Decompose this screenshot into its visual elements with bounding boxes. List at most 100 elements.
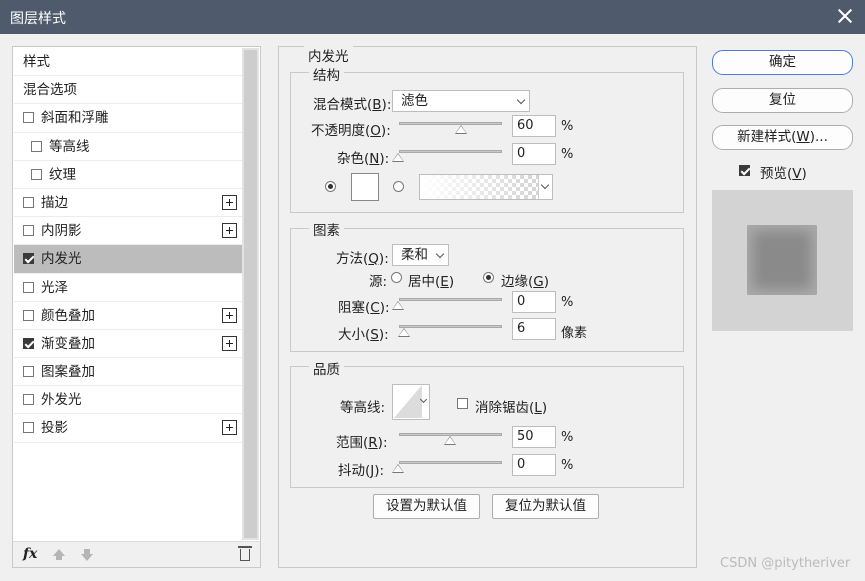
glow-color-swatch[interactable] — [351, 173, 379, 201]
noise-slider[interactable] — [399, 150, 502, 153]
style-preview — [712, 190, 853, 331]
style-item-label: 内阴影 — [41, 223, 82, 240]
opacity-slider[interactable] — [399, 122, 502, 125]
source-edge-label[interactable]: 边缘(G) — [501, 270, 549, 290]
plus-icon[interactable] — [222, 223, 237, 239]
choke-input[interactable]: 0 — [512, 291, 556, 313]
solid-color-radio[interactable] — [325, 181, 336, 192]
fx-icon[interactable]: fx — [23, 546, 37, 562]
size-slider-knob[interactable] — [398, 328, 410, 337]
styles-scrollbar[interactable] — [242, 48, 259, 540]
style-item-label: 图案叠加 — [41, 364, 95, 381]
style-item-label: 样式 — [23, 54, 50, 70]
size-slider[interactable] — [399, 325, 502, 328]
source-edge-radio[interactable] — [483, 272, 494, 283]
style-item[interactable]: 外发光 — [14, 386, 243, 415]
antialias-checkbox[interactable] — [457, 398, 468, 409]
jitter-slider[interactable] — [399, 461, 502, 464]
contour-picker[interactable] — [392, 384, 430, 420]
set-default-button[interactable]: 设置为默认值 — [373, 494, 480, 519]
size-unit: 像素 — [561, 326, 588, 341]
range-input[interactable]: 50 — [512, 426, 556, 448]
watermark: CSDN @pitytheriver — [720, 556, 851, 571]
style-item[interactable]: 内阴影 — [14, 217, 243, 246]
elements-title: 图素 — [309, 219, 344, 239]
preview-thumbnail — [747, 225, 817, 295]
noise-input[interactable]: 0 — [512, 143, 556, 165]
style-item[interactable]: 渐变叠加 — [14, 330, 243, 359]
reset-button[interactable]: 复位 — [712, 88, 853, 113]
plus-icon[interactable] — [222, 307, 237, 323]
preview-label[interactable]: 预览(V) — [760, 162, 807, 182]
preview-checkbox[interactable] — [739, 165, 750, 176]
style-checkbox[interactable] — [31, 140, 42, 152]
plus-icon[interactable] — [222, 420, 237, 436]
style-checkbox[interactable] — [23, 196, 34, 208]
style-checkbox[interactable] — [31, 168, 42, 180]
reset-default-button[interactable]: 复位为默认值 — [492, 494, 599, 519]
style-item[interactable]: 混合选项 — [14, 76, 243, 105]
style-item-label: 斜面和浮雕 — [41, 110, 109, 127]
style-item-label: 渐变叠加 — [41, 335, 95, 352]
style-item-label: 颜色叠加 — [41, 307, 95, 324]
style-item[interactable]: 内发光 — [14, 245, 243, 274]
style-item-label: 混合选项 — [23, 82, 77, 99]
style-item[interactable]: 描边 — [14, 189, 243, 218]
ok-button[interactable]: 确定 — [712, 50, 853, 75]
jitter-slider-knob[interactable] — [392, 464, 404, 473]
plus-icon[interactable] — [222, 335, 237, 351]
blend-mode-select[interactable]: 滤色 — [392, 90, 530, 112]
style-checkbox[interactable] — [23, 281, 34, 293]
style-item-label: 描边 — [41, 194, 68, 211]
gradient-radio[interactable] — [393, 181, 404, 192]
style-item-label: 光泽 — [41, 279, 68, 296]
style-item[interactable]: 样式 — [14, 48, 243, 77]
opacity-input[interactable]: 60 — [512, 115, 556, 137]
source-label: 源: — [369, 274, 388, 290]
contour-preview[interactable] — [394, 386, 422, 418]
style-checkbox[interactable] — [23, 337, 34, 349]
plus-icon[interactable] — [222, 194, 237, 210]
opacity-slider-knob[interactable] — [455, 125, 467, 134]
style-item[interactable]: 斜面和浮雕 — [14, 104, 243, 133]
style-item[interactable]: 图案叠加 — [14, 358, 243, 387]
title-bar: 图层样式 — [0, 0, 865, 34]
source-center-radio[interactable] — [391, 272, 402, 283]
gradient-picker[interactable] — [419, 174, 553, 200]
source-center-label[interactable]: 居中(E) — [408, 270, 454, 290]
method-select[interactable]: 柔和 — [392, 244, 449, 266]
style-checkbox[interactable] — [23, 225, 34, 237]
choke-slider-knob[interactable] — [392, 301, 404, 310]
scrollbar-thumb[interactable] — [244, 50, 257, 538]
style-item[interactable]: 光泽 — [14, 274, 243, 302]
style-item[interactable]: 投影 — [14, 414, 243, 443]
chevron-down-icon[interactable] — [538, 175, 552, 199]
trash-icon[interactable] — [238, 546, 252, 561]
style-checkbox[interactable] — [23, 112, 34, 124]
noise-label: 杂色(N): — [337, 151, 390, 167]
noise-slider-knob[interactable] — [392, 153, 404, 162]
style-item[interactable]: 等高线 — [14, 133, 243, 161]
contour-label: 等高线: — [340, 400, 386, 416]
style-item-label: 内发光 — [41, 251, 82, 268]
style-item[interactable]: 纹理 — [14, 161, 243, 189]
range-slider-knob[interactable] — [444, 436, 456, 445]
choke-label: 阻塞(C): — [338, 300, 390, 316]
style-item[interactable]: 颜色叠加 — [14, 302, 243, 330]
choke-slider[interactable] — [399, 298, 502, 301]
jitter-input[interactable]: 0 — [512, 454, 556, 476]
size-input[interactable]: 6 — [512, 318, 556, 340]
chevron-down-icon — [516, 95, 526, 105]
structure-title: 结构 — [309, 64, 344, 84]
style-checkbox[interactable] — [23, 366, 34, 378]
close-icon[interactable] — [835, 6, 855, 26]
range-label: 范围(R): — [336, 435, 388, 451]
style-checkbox[interactable] — [23, 253, 34, 265]
styles-panel: 样式混合选项斜面和浮雕等高线 纹理描边内阴影内发光光泽颜色叠加渐变叠加图案叠加外发… — [12, 46, 261, 568]
new-style-button[interactable]: 新建样式(W)... — [712, 125, 853, 150]
antialias-label[interactable]: 消除锯齿(L) — [475, 396, 547, 416]
style-item-label: 投影 — [41, 420, 68, 437]
style-checkbox[interactable] — [23, 394, 34, 406]
style-checkbox[interactable] — [23, 422, 34, 434]
style-checkbox[interactable] — [23, 309, 34, 321]
